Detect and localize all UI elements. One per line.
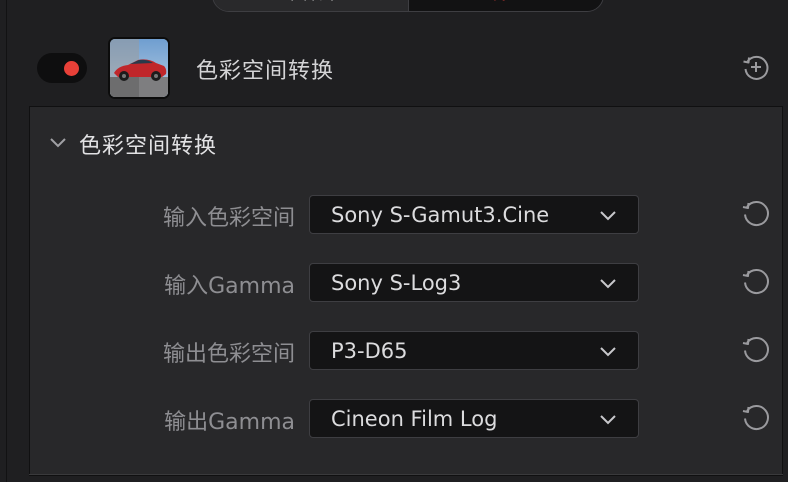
tab-clip[interactable]: 采样片 [213,0,408,11]
top-segmented-tabs: 采样片 设置 [212,0,604,12]
toggle-knob [64,61,79,76]
output-color-space-dropdown[interactable]: P3-D65 [309,331,639,370]
reset-icon[interactable] [740,197,772,229]
chevron-down-icon [600,415,616,425]
chevron-down-icon[interactable] [48,135,68,151]
output-gamma-dropdown[interactable]: Cineon Film Log [309,399,639,438]
tab-settings[interactable]: 设置 [407,0,603,11]
chevron-down-icon [600,279,616,289]
input-color-space-dropdown[interactable]: Sony S-Gamut3.Cine [309,195,639,234]
node-thumbnail [108,37,170,99]
output-color-space-label: 输出色彩空间 [162,342,295,367]
effect-enable-toggle[interactable] [37,53,87,83]
add-reset-icon[interactable] [741,52,771,82]
input-gamma-dropdown[interactable]: Sony S-Log3 [309,263,639,302]
left-divider [6,0,7,482]
dropdown-value: P3-D65 [331,339,408,363]
dropdown-value: Sony S-Gamut3.Cine [331,203,550,227]
chevron-down-icon [600,211,616,221]
dropdown-value: Sony S-Log3 [331,271,462,295]
section-title[interactable]: 色彩空间转换 [79,128,217,160]
node-title: 色彩空间转换 [196,59,335,84]
color-space-transform-inspector: 采样片 设置 色彩空间转换 [0,0,788,482]
input-color-space-label: 输入色彩空间 [162,206,295,231]
chevron-down-icon [600,347,616,357]
dropdown-value: Cineon Film Log [331,407,498,431]
output-gamma-label: 输出Gamma [164,410,295,435]
input-gamma-label: 输入Gamma [164,274,295,299]
reset-icon[interactable] [740,401,772,433]
panel-divider [29,474,783,475]
reset-icon[interactable] [740,265,772,297]
reset-icon[interactable] [740,333,772,365]
